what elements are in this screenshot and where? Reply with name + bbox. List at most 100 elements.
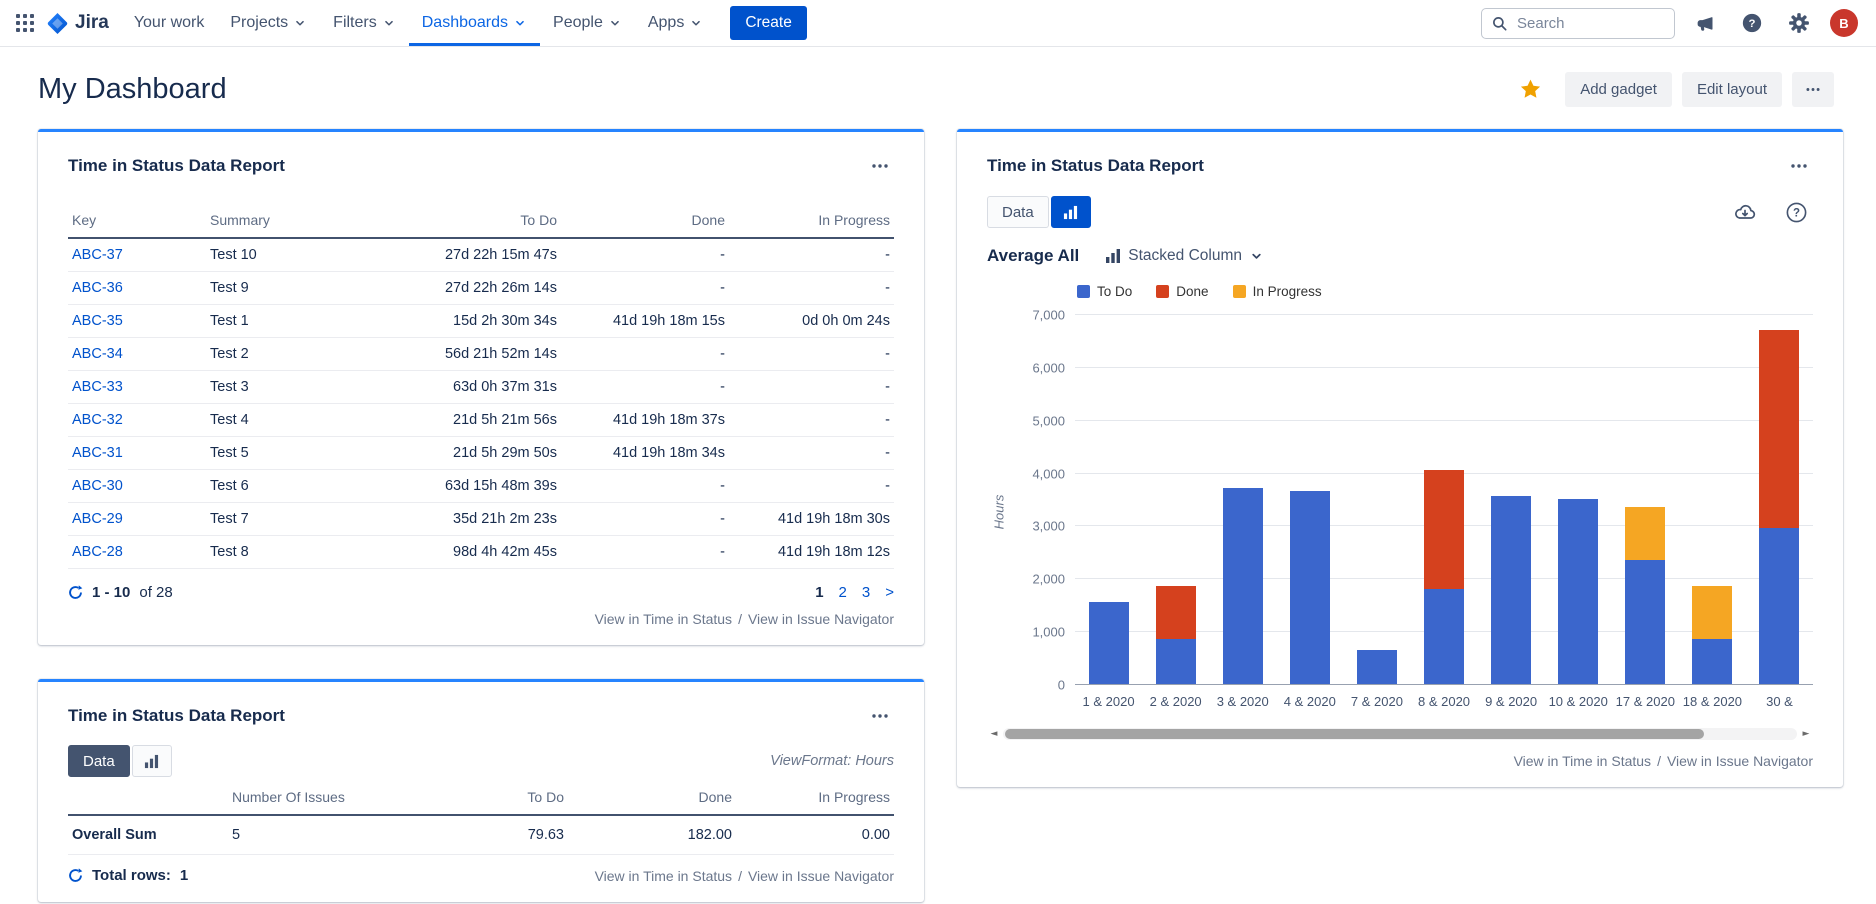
- legend-item[interactable]: Done: [1156, 284, 1208, 299]
- scroll-left-icon[interactable]: ◄: [987, 727, 1001, 741]
- issue-key-link[interactable]: ABC-32: [72, 412, 123, 428]
- create-button[interactable]: Create: [730, 6, 807, 40]
- download-icon[interactable]: [1728, 195, 1762, 229]
- total-rows-value: 1: [180, 867, 188, 884]
- nav-item-your-work[interactable]: Your work: [121, 0, 218, 46]
- settings-gear-icon[interactable]: [1783, 7, 1815, 39]
- nav-item-projects[interactable]: Projects: [217, 0, 320, 46]
- issue-key-link[interactable]: ABC-29: [72, 511, 123, 527]
- refresh-icon[interactable]: [68, 585, 83, 600]
- view-in-issue-navigator-link[interactable]: View in Issue Navigator: [1667, 753, 1813, 769]
- bar-segment: [1424, 470, 1464, 589]
- gadget-time-in-status-chart: Time in Status Data Report Data: [957, 129, 1843, 787]
- footer-separator: /: [1657, 753, 1661, 769]
- gadget-title: Time in Status Data Report: [68, 706, 285, 726]
- column-header: Key: [68, 206, 206, 238]
- legend-item[interactable]: In Progress: [1233, 284, 1322, 299]
- data-view-button[interactable]: Data: [987, 196, 1049, 228]
- x-axis-label: 18 & 2020: [1679, 694, 1746, 709]
- chart-scrollbar[interactable]: ◄ ►: [987, 727, 1813, 741]
- dashboard-more-button[interactable]: [1792, 72, 1834, 107]
- chart-view-button[interactable]: [1051, 196, 1091, 228]
- x-axis-label: 9 & 2020: [1478, 694, 1545, 709]
- gadget-more-icon[interactable]: [1785, 152, 1813, 180]
- chevron-down-icon: [293, 16, 307, 30]
- bar-segment: [1223, 488, 1263, 684]
- issue-key-link[interactable]: ABC-31: [72, 445, 123, 461]
- issue-key-link[interactable]: ABC-35: [72, 313, 123, 329]
- bar-chart-icon: [1105, 248, 1121, 264]
- nav-item-people[interactable]: People: [540, 0, 635, 46]
- table-row: ABC-34Test 256d 21h 52m 14s--: [68, 338, 894, 371]
- page-number-link[interactable]: 1: [815, 584, 823, 601]
- scroll-right-icon[interactable]: ►: [1799, 727, 1813, 741]
- y-axis-tick: 3,000: [1032, 519, 1065, 534]
- announcements-icon[interactable]: [1690, 8, 1721, 39]
- bar-segment: [1692, 639, 1732, 684]
- column-header: Summary: [206, 206, 376, 238]
- gadget-more-icon[interactable]: [866, 702, 894, 730]
- page-number-link[interactable]: 3: [862, 584, 870, 601]
- next-page-button[interactable]: >: [885, 584, 894, 601]
- nav-item-dashboards[interactable]: Dashboards: [409, 0, 540, 46]
- gadget-time-in-status-sum: Time in Status Data Report Data ViewForm…: [38, 679, 924, 902]
- column-header: In Progress: [729, 206, 894, 238]
- view-in-issue-navigator-link[interactable]: View in Issue Navigator: [748, 868, 894, 884]
- table-row: ABC-33Test 363d 0h 37m 31s--: [68, 371, 894, 404]
- bar-slot: [1612, 315, 1679, 685]
- add-gadget-button[interactable]: Add gadget: [1565, 72, 1672, 107]
- gadget-more-icon[interactable]: [866, 152, 894, 180]
- bar-stack: [1625, 507, 1665, 684]
- column-header: Done: [561, 206, 729, 238]
- scroll-track[interactable]: [1003, 728, 1797, 740]
- page-title: My Dashboard: [38, 73, 227, 106]
- y-axis-title: Hours: [992, 495, 1007, 530]
- table-row: ABC-35Test 115d 2h 30m 34s41d 19h 18m 15…: [68, 305, 894, 338]
- bar-stack: [1290, 491, 1330, 684]
- refresh-icon[interactable]: [68, 868, 83, 883]
- gadget-footer: View in Time in Status / View in Issue N…: [987, 753, 1813, 769]
- bar-segment: [1759, 330, 1799, 528]
- bar-stack: [1156, 586, 1196, 684]
- page-number-link[interactable]: 2: [839, 584, 847, 601]
- app-switcher-icon[interactable]: [10, 8, 40, 38]
- chart-view-button[interactable]: [132, 745, 172, 777]
- view-in-time-in-status-link[interactable]: View in Time in Status: [1514, 753, 1651, 769]
- legend-item[interactable]: To Do: [1077, 284, 1132, 299]
- issue-key-link[interactable]: ABC-28: [72, 544, 123, 560]
- column-header: Done: [568, 781, 736, 815]
- bar-slot: [1478, 315, 1545, 685]
- avatar[interactable]: B: [1830, 9, 1858, 37]
- issue-key-link[interactable]: ABC-34: [72, 346, 123, 362]
- search-box[interactable]: [1481, 8, 1675, 39]
- favorite-star-icon[interactable]: [1512, 76, 1549, 103]
- issue-key-link[interactable]: ABC-30: [72, 478, 123, 494]
- x-axis-label: 10 & 2020: [1545, 694, 1612, 709]
- scroll-thumb[interactable]: [1005, 729, 1704, 739]
- help-circle-icon[interactable]: ?: [1780, 196, 1813, 229]
- view-in-time-in-status-link[interactable]: View in Time in Status: [595, 611, 732, 627]
- pagination-total: of 28: [139, 584, 172, 601]
- table-row: ABC-31Test 521d 5h 29m 50s41d 19h 18m 34…: [68, 437, 894, 470]
- edit-layout-button[interactable]: Edit layout: [1682, 72, 1782, 107]
- search-input[interactable]: [1515, 14, 1664, 33]
- chart-type-dropdown[interactable]: Stacked Column: [1099, 246, 1270, 266]
- x-axis-labels: 1 & 20202 & 20203 & 20204 & 20207 & 2020…: [1075, 694, 1813, 709]
- issue-key-link[interactable]: ABC-33: [72, 379, 123, 395]
- gadget-title: Time in Status Data Report: [68, 156, 285, 176]
- primary-nav: Your workProjectsFiltersDashboardsPeople…: [121, 0, 717, 46]
- help-icon[interactable]: ?: [1736, 7, 1768, 39]
- view-in-issue-navigator-link[interactable]: View in Issue Navigator: [748, 611, 894, 627]
- gadget-footer: View in Time in Status / View in Issue N…: [68, 611, 894, 627]
- legend-swatch: [1233, 285, 1246, 298]
- view-in-time-in-status-link[interactable]: View in Time in Status: [595, 868, 732, 884]
- issues-table: KeySummaryTo DoDoneIn Progress ABC-37Tes…: [68, 206, 894, 569]
- issue-key-link[interactable]: ABC-36: [72, 280, 123, 296]
- nav-item-filters[interactable]: Filters: [320, 0, 409, 46]
- data-view-button[interactable]: Data: [68, 745, 130, 777]
- nav-item-apps[interactable]: Apps: [635, 0, 716, 46]
- issue-key-link[interactable]: ABC-37: [72, 247, 123, 263]
- jira-logo[interactable]: Jira: [46, 12, 109, 35]
- bar-stack: [1558, 499, 1598, 684]
- footer-separator: /: [738, 868, 742, 884]
